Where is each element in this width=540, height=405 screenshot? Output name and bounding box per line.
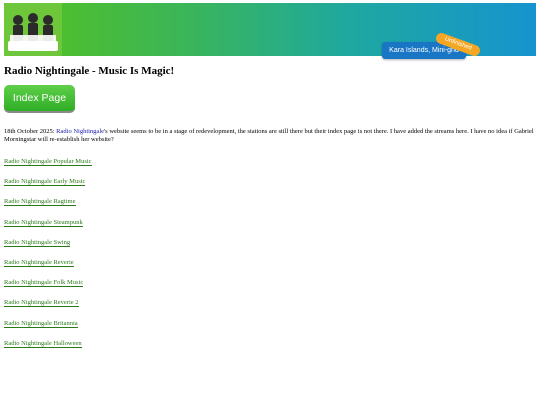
station-list: Radio Nightingale Popular Music Radio Ni…	[4, 150, 92, 352]
station-link[interactable]: Radio Nightingale Early Music	[4, 178, 86, 187]
station-link[interactable]: Radio Nightingale Halloween	[4, 339, 82, 348]
list-item: Radio Nightingale Early Music	[4, 170, 92, 190]
update-note: 18th October 2025: Radio Nightingale's w…	[4, 128, 534, 143]
list-item: Radio Nightingale Britannia	[4, 312, 92, 332]
note-date: 18th October 2025:	[4, 128, 57, 135]
station-link[interactable]: Radio Nightingale Folk Music	[4, 279, 84, 288]
station-link[interactable]: Radio Nightingale Steampunk	[4, 218, 83, 227]
list-item: Radio Nightingale Steampunk	[4, 211, 92, 231]
index-page-button[interactable]: Index Page	[4, 85, 75, 113]
list-item: Radio Nightingale Reverie 2	[4, 291, 92, 311]
people-group-icon	[8, 13, 58, 51]
station-link[interactable]: Radio Nightingale Popular Music	[4, 158, 92, 166]
station-link[interactable]: Radio Nightingale Reverie	[4, 258, 74, 267]
list-item: Radio Nightingale Folk Music	[4, 271, 92, 291]
station-link[interactable]: Radio Nightingale Britannia	[4, 319, 78, 328]
station-link[interactable]: Radio Nightingale Ragtime	[4, 198, 76, 207]
site-banner: Unfinished	[4, 3, 536, 56]
radio-nightingale-link[interactable]: Radio Nightingale	[56, 128, 104, 135]
station-link[interactable]: Radio Nightingale Reverie 2	[4, 299, 79, 308]
list-item: Radio Nightingale Swing	[4, 231, 92, 251]
list-item: Radio Nightingale Popular Music	[4, 150, 92, 170]
site-logo[interactable]	[4, 3, 62, 56]
list-item: Radio Nightingale Reverie	[4, 251, 92, 271]
list-item: Radio Nightingale Halloween	[4, 332, 92, 352]
list-item: Radio Nightingale Ragtime	[4, 190, 92, 210]
station-link[interactable]: Radio Nightingale Swing	[4, 238, 71, 247]
page-title: Radio Nightingale - Music Is Magic!	[4, 65, 175, 77]
